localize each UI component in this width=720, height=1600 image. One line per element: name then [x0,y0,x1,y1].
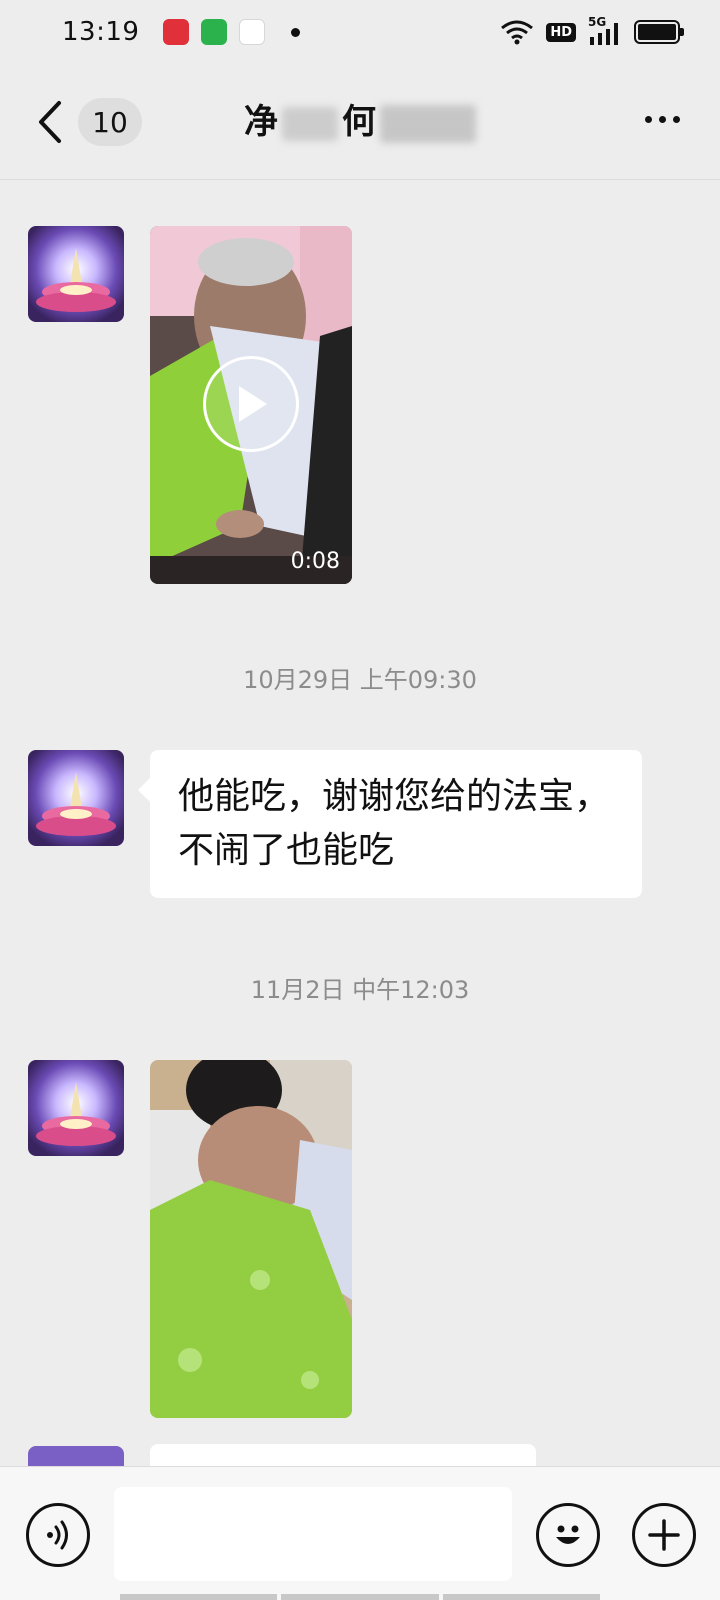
video-message[interactable]: 0:08 [150,226,352,584]
voice-icon [47,1520,68,1550]
play-button[interactable] [203,356,299,452]
more-dots-icon [645,116,652,123]
chat-title-char-2: 何 [342,102,376,142]
image-thumbnail [150,1060,352,1418]
sender-avatar[interactable] [28,750,124,846]
play-icon [239,386,267,422]
emoji-icon [556,1525,580,1544]
chat-title-redacted-2 [380,104,476,143]
message-input[interactable] [114,1487,512,1581]
battery-level [638,24,676,40]
signal-bars-icon [590,23,618,45]
home-indicator-segment [120,1594,278,1600]
baidu-app-icon [239,19,266,45]
lotus-pagoda-avatar-icon [28,1060,124,1156]
chat-title-char-1: 净 [244,102,278,142]
more-dot [659,116,666,123]
status-time: 13:19 [62,17,140,47]
sender-avatar[interactable] [28,226,124,322]
image-message[interactable] [150,1060,352,1418]
home-indicator [120,1594,600,1600]
sender-avatar[interactable] [28,1060,124,1156]
plus-icon [648,1519,680,1551]
message-timestamp: 10月29日 上午09:30 [243,666,477,694]
text-message-bubble[interactable]: 他能吃，谢谢您给的法宝，不闹了也能吃 [138,750,642,898]
notification-dot-icon [291,27,301,37]
status-right: HD 5G [500,15,684,45]
battery-icon [634,20,684,44]
hd-badge: HD [546,22,576,42]
lotus-pagoda-avatar-icon [28,750,124,846]
chat-title-redacted-1 [282,106,338,141]
more-options-button[interactable] [645,116,680,123]
more-dot [673,116,680,123]
plus-button[interactable] [632,1503,696,1567]
status-bar: 13:19 HD 5G [0,0,720,64]
chat-title-wrap: 净何 [244,94,476,150]
video-duration: 0:08 [290,549,340,574]
status-app-icons [163,19,301,45]
green-app-icon [201,19,228,45]
message-timestamp: 11月2日 中午12:03 [250,976,470,1004]
input-bar [0,1466,720,1600]
lotus-pagoda-avatar-icon [28,226,124,322]
voice-button[interactable] [26,1503,90,1567]
red-app-icon [163,19,190,45]
home-indicator-segment [442,1594,600,1600]
signal-indicator: 5G [588,15,622,45]
chat-header: 10 净何 [0,64,720,180]
emoji-button[interactable] [536,1503,600,1567]
home-indicator-segment [281,1594,439,1600]
wifi-icon [501,20,534,45]
chat-title[interactable]: 净何 [0,94,720,150]
